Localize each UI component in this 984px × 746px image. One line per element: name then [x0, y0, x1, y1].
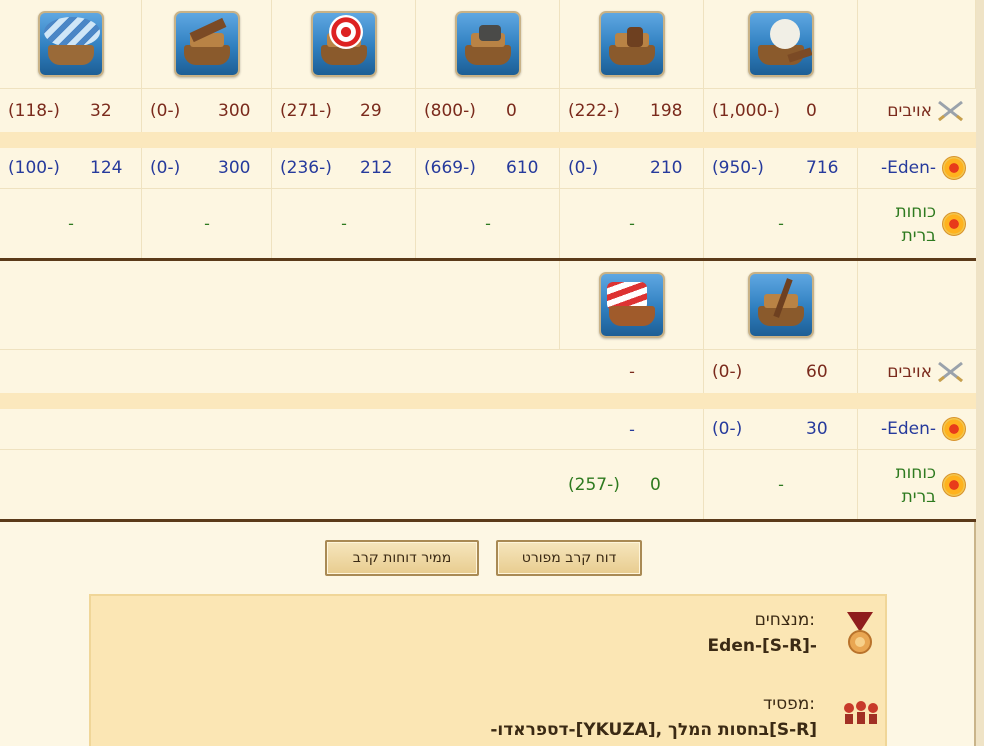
unit-col-2 — [560, 0, 704, 88]
top-enemy-count-2: 198 — [650, 100, 683, 121]
top-own-count-5: 300 — [218, 158, 251, 178]
ram-ship-icon — [598, 11, 665, 77]
winners-title: מנצחים: — [754, 610, 815, 630]
bottom-enemies-row: אויבים 60 (0-) - — [0, 349, 976, 393]
bottom-allies-label: כוחות ברית — [895, 461, 936, 509]
enemies-label: אויבים — [887, 100, 932, 121]
top-ally-4: - — [341, 214, 347, 233]
top-own-loss-6: (100-) — [8, 158, 60, 178]
top-enemy-loss-3: (800-) — [424, 100, 476, 121]
bottom-ally-count-2: 0 — [650, 474, 661, 495]
top-enemy-loss-6: (118-) — [8, 100, 60, 121]
unit-col-1 — [704, 0, 858, 88]
band-top — [0, 132, 976, 148]
table-bottom-separator — [0, 519, 976, 522]
bottom-allies-row: כוחות ברית - 0 (257-) — [0, 449, 976, 519]
top-allies-row: כוחות ברית - - - - - - — [0, 188, 976, 258]
top-own-loss-4: (236-) — [280, 158, 332, 178]
player-emblem-icon — [942, 417, 966, 441]
winners-value: Eden-[S-R]- — [707, 636, 817, 656]
scrollbar-track[interactable] — [976, 0, 984, 746]
top-own-count-6: 124 — [90, 158, 123, 178]
top-unit-images-row — [0, 0, 976, 88]
bottom-unit-images-row — [0, 261, 976, 349]
report-converter-button[interactable]: ממיר דוחות קרב — [325, 540, 479, 576]
band-bottom — [0, 393, 976, 409]
top-ally-2: - — [629, 214, 635, 233]
bottom-own-2: - — [629, 419, 635, 439]
top-own-loss-5: (0-) — [150, 158, 181, 178]
bottom-ally-1: - — [778, 475, 784, 494]
top-enemy-count-3: 0 — [506, 100, 517, 121]
unit-col-5 — [142, 0, 272, 88]
crossed-swords-icon — [938, 100, 963, 121]
unit-col-8 — [560, 261, 704, 349]
bottom-enemy-2: - — [629, 362, 635, 381]
loser-title: מפסיד: — [762, 694, 815, 714]
top-ally-1: - — [778, 214, 784, 233]
unit-col-3 — [416, 0, 560, 88]
bottom-allies-label-line2: ברית — [901, 486, 936, 507]
top-enemy-count-1: 0 — [806, 100, 817, 121]
top-ally-5: - — [204, 214, 210, 233]
paddle-steamer-icon — [747, 11, 814, 77]
top-enemy-count-5: 300 — [218, 100, 251, 121]
bottom-own-row: -Eden- 30 (0-) - — [0, 409, 976, 449]
bottom-enemies-label: אויבים — [887, 361, 932, 382]
top-enemy-loss-5: (0-) — [150, 100, 181, 121]
bottom-allies-label-line1: כוחות — [895, 462, 936, 483]
top-enemy-loss-2: (222-) — [568, 100, 620, 121]
detailed-report-button[interactable]: דוח קרב מפורט — [496, 540, 642, 576]
top-ally-3: - — [485, 214, 491, 233]
top-enemy-loss-4: (271-) — [280, 100, 332, 121]
top-enemies-row: אויבים 0 (1,000-) 198 (222-) 0 (800-) 29… — [0, 88, 976, 132]
bottom-own-loss-1: (0-) — [712, 419, 743, 439]
battle-report-page: אויבים 0 (1,000-) 198 (222-) 0 (800-) 29… — [0, 0, 976, 746]
bottom-enemy-count-1: 60 — [806, 361, 828, 382]
medal-icon — [847, 612, 873, 654]
allies-emblem-icon — [942, 472, 966, 497]
tender-icon — [747, 272, 814, 338]
top-enemy-count-6: 32 — [90, 100, 112, 121]
catapult-ship-icon — [173, 11, 240, 77]
crossed-swords-icon — [938, 361, 963, 382]
allies-emblem-icon — [942, 211, 966, 236]
bottom-enemy-loss-1: (0-) — [712, 361, 743, 382]
loser-value: -דספראדו-[YKUZA], בחסות המלך[S-R] — [490, 720, 817, 740]
bottom-own-label: -Eden- — [880, 419, 936, 439]
top-enemy-loss-1: (1,000-) — [712, 100, 781, 121]
diving-boat-icon — [598, 272, 665, 338]
top-own-row: -Eden- 716 (950-) 210 (0-) 610 (669-) 21… — [0, 148, 976, 188]
top-own-count-1: 716 — [806, 158, 839, 178]
unit-col-6 — [0, 0, 142, 88]
allies-label-line1: כוחות — [895, 201, 936, 222]
rocket-ship-icon — [310, 11, 377, 77]
top-own-count-2: 210 — [650, 158, 683, 178]
top-own-count-3: 610 — [506, 158, 539, 178]
top-own-loss-3: (669-) — [424, 158, 476, 178]
allies-label: כוחות ברית — [895, 200, 936, 248]
top-ally-6: - — [68, 214, 74, 233]
allies-label-line2: ברית — [901, 225, 936, 246]
bottom-ally-loss-2: (257-) — [568, 474, 620, 495]
player-emblem-icon — [942, 156, 966, 180]
unit-col-4 — [272, 0, 416, 88]
bottom-own-count-1: 30 — [806, 419, 828, 439]
mortar-ship-icon — [454, 11, 521, 77]
battle-result-box: מנצחים: Eden-[S-R]- מפסיד: -דספראדו-[YKU… — [89, 594, 887, 746]
top-enemy-count-4: 29 — [360, 100, 382, 121]
own-label: -Eden- — [880, 158, 936, 178]
fallen-troops-icon — [844, 701, 878, 724]
top-own-loss-1: (950-) — [712, 158, 764, 178]
top-own-loss-2: (0-) — [568, 158, 599, 178]
unit-col-7 — [704, 261, 858, 349]
top-own-count-4: 212 — [360, 158, 393, 178]
balloon-carrier-icon — [37, 11, 104, 77]
